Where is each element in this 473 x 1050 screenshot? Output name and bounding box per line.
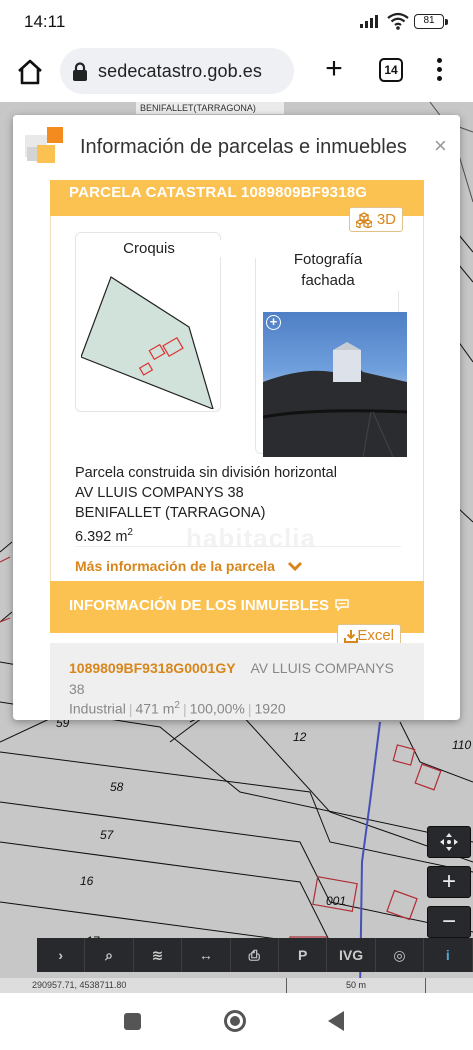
clock: 14:11	[24, 12, 66, 31]
properties-title: INFORMACIÓN DE LOS INMUEBLES	[69, 597, 330, 614]
parcel-details: Croquis Fotografía fachada + Parcela con…	[50, 216, 424, 581]
screen: 14:11 81 sedecatastro.gob.es + 14 BENIFA…	[0, 0, 473, 1050]
wifi-icon	[387, 12, 409, 30]
signal-icon	[360, 15, 378, 28]
parcel-area-value: 6.392 m	[75, 528, 128, 545]
dialog-body[interactable]: PARCELA CATASTRAL 1089809BF9318G 3D Croq…	[13, 180, 460, 720]
lock-icon[interactable]	[72, 62, 88, 82]
croquis-label: Croquis	[76, 240, 222, 257]
parcel-address: AV LLUIS COMPANYS 38	[75, 485, 244, 501]
parcel-type: Parcela construida sin división horizont…	[75, 465, 337, 481]
close-button[interactable]: ×	[434, 133, 447, 159]
browser-menu-button[interactable]	[430, 56, 448, 86]
battery-indicator: 81	[414, 14, 448, 29]
facade-photo-scene	[263, 342, 407, 457]
home-button[interactable]	[224, 1010, 246, 1032]
facade-photo[interactable]: +	[263, 312, 407, 457]
browser-toolbar: sedecatastro.gob.es + 14	[0, 44, 473, 102]
property-year: 1920	[254, 700, 286, 717]
tab-switcher-button[interactable]: 14	[379, 58, 403, 82]
croquis-card[interactable]: Croquis	[75, 232, 222, 412]
parcel-town: BENIFALLET (TARRAGONA)	[75, 505, 266, 521]
facade-photo-label-line1: Fotografía	[293, 251, 363, 268]
dialog-title: Información de parcelas e inmuebles	[80, 136, 407, 158]
catastro-logo-icon	[25, 127, 63, 163]
property-address-line: 1089809BF9318G0001GY AV LLUIS COMPANYS 3…	[69, 658, 409, 700]
home-icon[interactable]	[14, 56, 46, 88]
facade-photo-label-line2: fachada	[301, 272, 355, 289]
parcel-area-unit-exponent: 2	[127, 527, 133, 538]
export-excel-label: Excel	[357, 627, 394, 644]
system-nav-bar	[0, 993, 473, 1050]
facade-photo-label: Fotografía fachada	[256, 249, 400, 291]
download-icon	[344, 630, 358, 643]
divider	[75, 546, 401, 547]
property-details: Industrial | 471 m2 | 100,00% | 1920	[69, 700, 286, 717]
facade-photo-card[interactable]: Fotografía fachada +	[255, 249, 407, 457]
dialog-header: Información de parcelas e inmuebles ×	[13, 115, 460, 180]
watermark: habitaclia	[186, 523, 316, 553]
property-ref-link[interactable]: 1089809BF9318G0001GY	[69, 660, 236, 676]
recents-button[interactable]	[124, 1013, 141, 1030]
property-percent: 100,00%	[189, 700, 245, 717]
parcel-sketch	[81, 276, 214, 409]
property-area: 471 m	[135, 700, 175, 717]
back-button[interactable]	[328, 1011, 344, 1031]
chevron-down-icon[interactable]	[287, 560, 303, 572]
zoom-photo-icon[interactable]: +	[266, 315, 281, 330]
new-tab-button[interactable]: +	[320, 54, 348, 84]
status-bar: 14:11 81	[0, 0, 473, 44]
property-use: Industrial	[69, 700, 126, 717]
parcel-info-dialog: Información de parcelas e inmuebles × PA…	[13, 115, 460, 720]
url-text[interactable]: sedecatastro.gob.es	[98, 61, 262, 82]
comment-icon[interactable]	[335, 599, 349, 612]
address-bar[interactable]: sedecatastro.gob.es	[60, 48, 294, 94]
property-row[interactable]: 1089809BF9318G0001GY AV LLUIS COMPANYS 3…	[50, 643, 424, 720]
more-parcel-info-link[interactable]: Más información de la parcela	[75, 558, 275, 574]
